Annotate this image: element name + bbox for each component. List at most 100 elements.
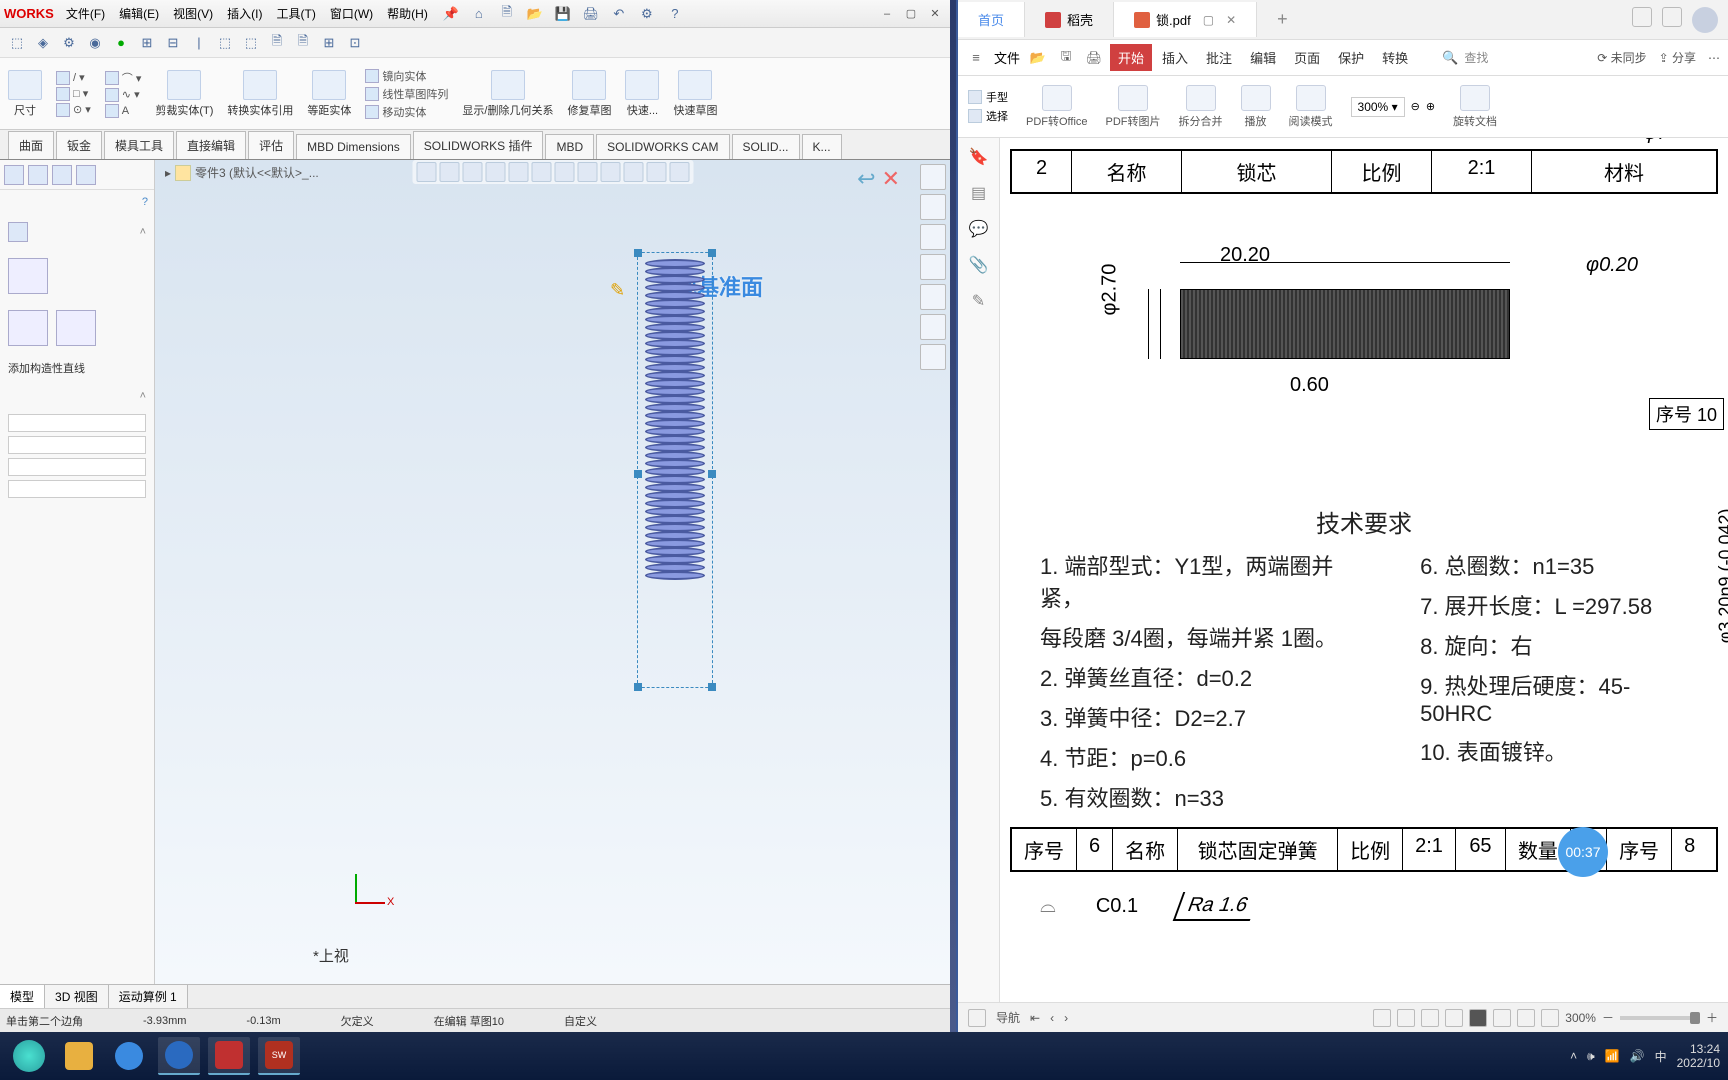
cancel-icon[interactable]: ✕	[882, 166, 900, 192]
lp-icon[interactable]	[76, 165, 96, 185]
tb-wps[interactable]	[208, 1037, 250, 1075]
pin-icon[interactable]: 📌	[440, 3, 462, 25]
btab-3dview[interactable]: 3D 视图	[45, 985, 109, 1008]
tray-ime[interactable]: 中	[1655, 1048, 1667, 1065]
btab-model[interactable]: 模型	[0, 985, 45, 1008]
menu-icon[interactable]: ≡	[966, 48, 986, 68]
ri-icon[interactable]	[920, 224, 946, 250]
menu-insert[interactable]: 插入(I)	[221, 3, 268, 24]
tb-app[interactable]	[108, 1037, 150, 1075]
share-button[interactable]: ⇪ 分享	[1659, 49, 1696, 66]
close-button[interactable]: ✕	[924, 5, 946, 23]
more-icon[interactable]: ⋯	[1708, 51, 1720, 65]
handle[interactable]	[708, 683, 716, 691]
param-field[interactable]	[8, 458, 146, 476]
maximize-button[interactable]: ▢	[900, 5, 922, 23]
st-first-icon[interactable]: ⇤	[1030, 1011, 1040, 1025]
qt-icon[interactable]: ◉	[84, 32, 106, 54]
sb-sign-icon[interactable]: ✎	[968, 290, 990, 312]
st-nav[interactable]: 导航	[996, 1009, 1020, 1026]
tab-mbd[interactable]: MBD	[545, 134, 594, 159]
rib-convert[interactable]: 转换实体引用	[227, 70, 293, 118]
handle[interactable]	[634, 470, 642, 478]
handle[interactable]	[634, 249, 642, 257]
vt-icon[interactable]	[439, 162, 459, 182]
rib-quick-sketch[interactable]: 快速草图	[673, 70, 717, 118]
tool-pdf-pic[interactable]: PDF转图片	[1106, 85, 1161, 129]
menu-tools[interactable]: 工具(T)	[271, 3, 322, 24]
tool-play[interactable]: 播放	[1241, 85, 1271, 129]
option-icon-1[interactable]	[8, 258, 48, 294]
tab-restore-icon[interactable]: ▢	[1203, 13, 1214, 27]
vt-icon[interactable]	[508, 162, 528, 182]
option-icon-3[interactable]	[56, 310, 96, 346]
file-menu[interactable]: 文件	[994, 48, 1020, 67]
tray-net-icon[interactable]: 🕪	[1587, 1049, 1595, 1064]
chevron-up-icon[interactable]: ˄	[140, 390, 146, 402]
rib-quick-snap[interactable]: 快速...	[625, 70, 659, 118]
wr-icon[interactable]	[1662, 7, 1682, 27]
mb-page[interactable]: 页面	[1286, 44, 1328, 71]
st-view-icon[interactable]	[1445, 1009, 1463, 1027]
new-icon[interactable]: 🗎	[496, 3, 518, 25]
vt-icon[interactable]	[669, 162, 689, 182]
sb-attach-icon[interactable]: 📎	[968, 254, 990, 276]
qt-icon[interactable]: ⊡	[344, 32, 366, 54]
qt-icon[interactable]: |	[188, 32, 210, 54]
ri-home-icon[interactable]	[920, 164, 946, 190]
qt-icon[interactable]: ⊞	[136, 32, 158, 54]
rib-repair[interactable]: 修复草图	[567, 70, 611, 118]
menu-file[interactable]: 文件(F)	[60, 3, 111, 24]
handle[interactable]	[708, 470, 716, 478]
mb-protect[interactable]: 保护	[1330, 44, 1372, 71]
wps-tab-docer[interactable]: 稻壳	[1025, 2, 1114, 37]
spring-model[interactable]	[645, 260, 725, 680]
chevron-up-icon[interactable]: ˄	[140, 226, 146, 238]
tool-rotate[interactable]: 旋转文档	[1453, 85, 1497, 129]
sw-canvas[interactable]: ▸ 零件3 (默认<<默认>_... ↩ ✕ 上视基准面	[155, 160, 950, 984]
help-icon[interactable]: ?	[142, 196, 148, 208]
save-icon[interactable]: 💾	[552, 3, 574, 25]
search-label[interactable]: 查找	[1464, 49, 1488, 66]
avatar[interactable]	[1692, 7, 1718, 33]
minimize-button[interactable]: –	[876, 5, 898, 23]
btab-motion[interactable]: 运动算例 1	[109, 985, 188, 1008]
rib-showdel[interactable]: 显示/删除几何关系	[462, 70, 553, 118]
start-button[interactable]	[8, 1037, 50, 1075]
settings-icon[interactable]: ⚙	[636, 3, 658, 25]
qt-icon[interactable]: ⊟	[162, 32, 184, 54]
tab-evaluate[interactable]: 评估	[248, 131, 294, 159]
sb-thumb-icon[interactable]: ▤	[968, 182, 990, 204]
tray-wifi-icon[interactable]: 📶	[1605, 1049, 1620, 1063]
mb-start[interactable]: 开始	[1110, 44, 1152, 71]
zoom-in-icon[interactable]: ⊕	[1426, 100, 1435, 113]
sb-bookmark-icon[interactable]: 🔖	[968, 146, 990, 168]
tool-split[interactable]: 拆分合并	[1179, 85, 1223, 129]
zoom-in-icon[interactable]: ＋	[1706, 1009, 1718, 1026]
rib-dimension[interactable]: 尺寸	[8, 70, 42, 118]
param-field[interactable]	[8, 436, 146, 454]
st-play-icon[interactable]	[1469, 1009, 1487, 1027]
print-icon[interactable]: 🖨	[1084, 48, 1104, 68]
mb-insert[interactable]: 插入	[1154, 44, 1196, 71]
st-prev-icon[interactable]: ‹	[1050, 1011, 1054, 1025]
tray-vol-icon[interactable]: 🔊	[1630, 1049, 1645, 1063]
tray-up-icon[interactable]: ˄	[1570, 1049, 1577, 1063]
tool-read[interactable]: 阅读模式	[1289, 85, 1333, 129]
zoom-slider[interactable]	[1620, 1016, 1700, 1020]
tab-direct-edit[interactable]: 直接编辑	[176, 131, 246, 159]
qt-icon[interactable]: 🗎	[266, 32, 288, 54]
vt-icon[interactable]	[485, 162, 505, 182]
tool-pdf-office[interactable]: PDF转Office	[1026, 85, 1088, 129]
rib-trim[interactable]: 剪裁实体(T)	[155, 70, 213, 118]
confirm-icon[interactable]: ↩	[857, 166, 875, 192]
menu-help[interactable]: 帮助(H)	[381, 3, 434, 24]
open-icon[interactable]: 📂	[524, 3, 546, 25]
tab-mold[interactable]: 模具工具	[104, 131, 174, 159]
wps-tab-pdf[interactable]: 锁.pdf▢✕	[1114, 2, 1257, 37]
menu-edit[interactable]: 编辑(E)	[113, 3, 165, 24]
st-view-icon[interactable]	[1421, 1009, 1439, 1027]
wps-tab-new[interactable]: +	[1257, 1, 1308, 38]
tool-select[interactable]: 选择	[968, 108, 1008, 124]
param-field[interactable]	[8, 480, 146, 498]
